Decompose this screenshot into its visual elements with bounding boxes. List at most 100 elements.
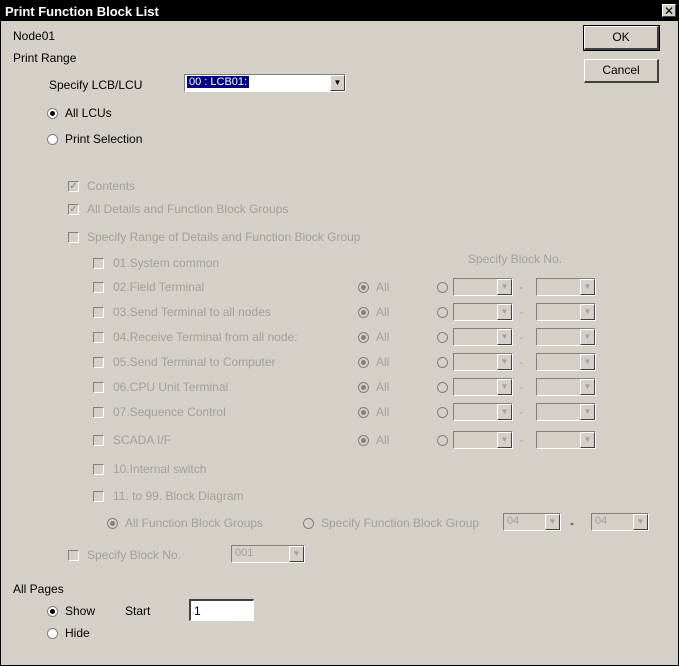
chevron-down-icon[interactable]: ▼ — [633, 514, 648, 530]
row-all-radio[interactable] — [358, 357, 369, 368]
all-details-checkbox[interactable]: ✓ — [68, 204, 79, 215]
chevron-down-icon[interactable]: ▼ — [580, 304, 595, 320]
row-all-radio[interactable] — [358, 382, 369, 393]
row-checkbox[interactable] — [93, 307, 104, 318]
row-specify-radio[interactable] — [437, 407, 448, 418]
row-all-radio[interactable] — [358, 282, 369, 293]
row-from-select[interactable]: ▼ — [453, 328, 513, 346]
hide-radio[interactable] — [47, 628, 58, 639]
specify-block-no-label: Specify Block No. — [87, 548, 182, 562]
chevron-down-icon[interactable]: ▼ — [497, 379, 512, 395]
start-input[interactable] — [189, 599, 254, 621]
row-specify-radio[interactable] — [437, 357, 448, 368]
row-checkbox[interactable] — [93, 357, 104, 368]
specify-lcb-label: Specify LCB/LCU — [49, 78, 143, 92]
row-all-radio[interactable] — [358, 307, 369, 318]
close-icon[interactable]: ✕ — [662, 4, 676, 17]
row-from-select[interactable]: ▼ — [453, 278, 513, 296]
row-to-select[interactable]: ▼ — [536, 278, 596, 296]
row-specify-radio[interactable] — [437, 332, 448, 343]
row-specify-radio[interactable] — [437, 307, 448, 318]
chevron-down-icon[interactable]: ▼ — [330, 75, 345, 91]
row-checkbox[interactable] — [93, 407, 104, 418]
chevron-down-icon[interactable]: ▼ — [289, 546, 304, 562]
row-label: 03.Send Terminal to all nodes — [113, 305, 271, 319]
chevron-down-icon[interactable]: ▼ — [497, 354, 512, 370]
chevron-down-icon[interactable]: ▼ — [580, 432, 595, 448]
chevron-down-icon[interactable]: ▼ — [497, 404, 512, 420]
row-to-select[interactable]: ▼ — [536, 403, 596, 421]
row-specify-radio[interactable] — [437, 282, 448, 293]
range-dash: - — [519, 305, 523, 319]
chevron-down-icon[interactable]: ▼ — [497, 304, 512, 320]
chevron-down-icon[interactable]: ▼ — [580, 379, 595, 395]
range-dash: - — [519, 330, 523, 344]
row-label: 10.Internal switch — [113, 462, 207, 476]
row-checkbox[interactable] — [93, 435, 104, 446]
row-to-select[interactable]: ▼ — [536, 353, 596, 371]
specify-range-checkbox[interactable] — [68, 232, 79, 243]
all-pages-label: All Pages — [13, 582, 64, 596]
chevron-down-icon[interactable]: ▼ — [497, 329, 512, 345]
block-no-select[interactable]: 001 ▼ — [231, 545, 305, 563]
all-fb-groups-label: All Function Block Groups — [125, 516, 264, 530]
row-from-select[interactable]: ▼ — [453, 403, 513, 421]
row-checkbox[interactable] — [93, 332, 104, 343]
row-checkbox[interactable] — [93, 382, 104, 393]
specify-fb-group-radio[interactable] — [303, 518, 314, 529]
row-checkbox[interactable] — [93, 258, 104, 269]
row-from-select[interactable]: ▼ — [453, 431, 513, 449]
chevron-down-icon[interactable]: ▼ — [580, 279, 595, 295]
all-details-label: All Details and Function Block Groups — [87, 202, 289, 216]
all-lcus-radio[interactable] — [47, 108, 58, 119]
row-all-radio[interactable] — [358, 332, 369, 343]
chevron-down-icon[interactable]: ▼ — [580, 354, 595, 370]
row-to-select[interactable]: ▼ — [536, 431, 596, 449]
ok-button[interactable]: OK — [583, 25, 660, 51]
range-dash: - — [519, 355, 523, 369]
title-bar[interactable]: Print Function Block List ✕ — [1, 1, 678, 21]
chevron-down-icon[interactable]: ▼ — [497, 279, 512, 295]
row-specify-radio[interactable] — [437, 382, 448, 393]
chevron-down-icon[interactable]: ▼ — [497, 432, 512, 448]
row-from-select[interactable]: ▼ — [453, 303, 513, 321]
row-specify-radio[interactable] — [437, 435, 448, 446]
chevron-down-icon[interactable]: ▼ — [580, 404, 595, 420]
row-to-select[interactable]: ▼ — [536, 328, 596, 346]
chevron-down-icon[interactable]: ▼ — [580, 329, 595, 345]
show-radio[interactable] — [47, 606, 58, 617]
fb-group-from-select[interactable]: 04 ▼ — [503, 513, 561, 531]
row-label: 07.Sequence Control — [113, 405, 226, 419]
row-all-radio[interactable] — [358, 407, 369, 418]
chevron-down-icon[interactable]: ▼ — [545, 514, 560, 530]
row-label: 06.CPU Unit Terminal — [113, 380, 229, 394]
row-all-label: All — [376, 405, 390, 419]
contents-checkbox[interactable]: ✓ — [68, 181, 79, 192]
row-from-select[interactable]: ▼ — [453, 353, 513, 371]
row-to-select[interactable]: ▼ — [536, 303, 596, 321]
node-label: Node01 — [13, 29, 56, 43]
row-all-radio[interactable] — [358, 435, 369, 446]
specify-block-no-header: Specify Block No. — [468, 252, 563, 266]
cancel-button[interactable]: Cancel — [584, 59, 659, 83]
fb-group-to-select[interactable]: 04 ▼ — [591, 513, 649, 531]
print-selection-radio[interactable] — [47, 134, 58, 145]
fb-group-to-value: 04 — [595, 515, 608, 527]
row-from-select[interactable]: ▼ — [453, 378, 513, 396]
row-label: 11. to 99. Block Diagram — [113, 489, 244, 503]
lcb-select[interactable]: 00 : LCB01: ▼ — [184, 74, 346, 92]
fb-group-from-value: 04 — [507, 515, 520, 527]
row-label: 04.Receive Terminal from all node: — [113, 330, 298, 344]
specify-range-label: Specify Range of Details and Function Bl… — [87, 230, 361, 244]
start-label: Start — [125, 604, 151, 618]
print-selection-label: Print Selection — [65, 132, 143, 146]
start-input-field[interactable] — [191, 601, 253, 620]
row-to-select[interactable]: ▼ — [536, 378, 596, 396]
specify-fb-group-label: Specify Function Block Group — [321, 516, 480, 530]
fb-group-dash: - — [570, 516, 574, 530]
specify-block-no-checkbox[interactable] — [68, 550, 79, 561]
all-fb-groups-radio[interactable] — [107, 518, 118, 529]
row-checkbox[interactable] — [93, 464, 104, 475]
row-checkbox[interactable] — [93, 491, 104, 502]
row-checkbox[interactable] — [93, 282, 104, 293]
